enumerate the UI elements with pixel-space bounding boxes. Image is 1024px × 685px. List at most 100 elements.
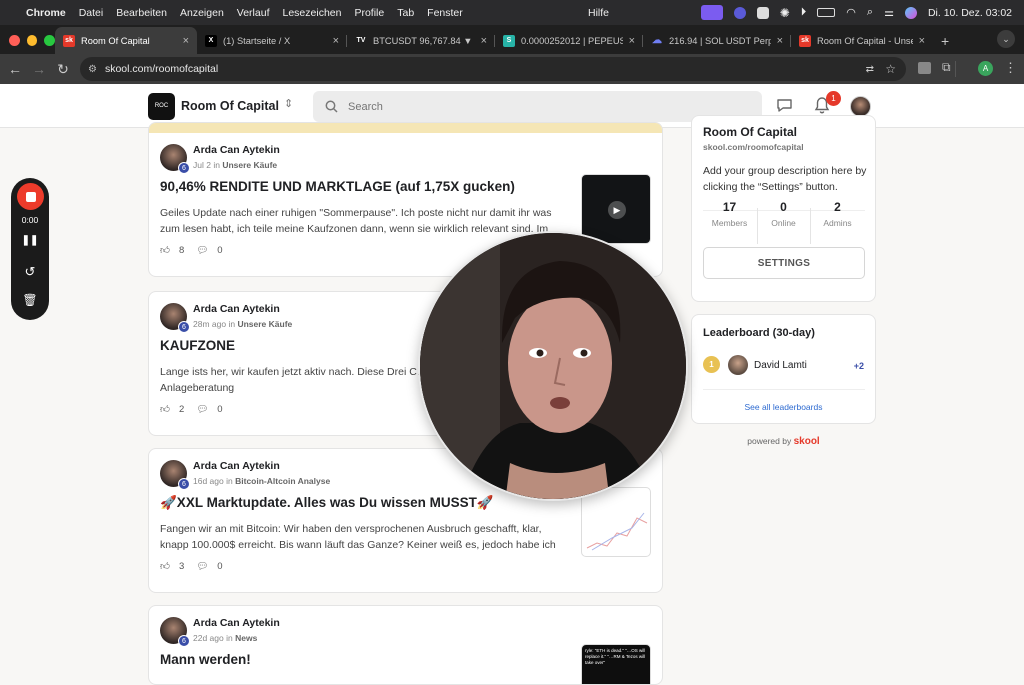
tab-close-icon[interactable]: × [183,35,189,47]
post-author[interactable]: Arda Can Aytekin [193,460,280,472]
tweet-thumbnail[interactable]: ryle: "ETH is dead." "…OS will replace i… [581,644,651,684]
group-info-card: Room Of Capital skool.com/roomofcapital … [691,115,876,302]
like-icon[interactable]: 👍︎ [160,403,170,415]
menu-tab[interactable]: Tab [397,7,414,19]
extensions-puzzle-icon[interactable]: ⧉ [942,60,951,75]
back-icon[interactable]: ← [3,61,27,77]
chart-thumbnail[interactable] [581,487,651,557]
vpn-icon[interactable] [733,6,746,19]
menu-anzeigen[interactable]: Anzeigen [180,7,224,19]
comment-icon[interactable]: 💬︎ [196,245,208,256]
bookmark-star-icon[interactable]: ☆ [885,62,896,76]
post-category[interactable]: News [235,633,257,643]
menubar-clock[interactable]: Di. 10. Dez. 03:02 [928,7,1012,19]
post-card[interactable]: 6 Arda Can Aytekin 22d ago in News Mann … [148,605,663,685]
menu-app-name[interactable]: Chrome [26,7,66,19]
tab-close-icon[interactable]: × [777,35,783,47]
post-title[interactable]: 🚀XXL Marktupdate. Alles was Du wissen MU… [160,495,494,511]
forward-icon[interactable]: → [27,61,51,77]
menu-datei[interactable]: Datei [79,7,104,19]
close-window-button[interactable] [9,35,20,46]
zoom-window-button[interactable] [44,35,56,46]
chrome-menu-icon[interactable]: ⋮ [1004,60,1017,76]
site-info-icon[interactable]: ⚙ [88,64,97,75]
split-view-icon[interactable] [955,61,956,77]
tab-room-of-capital[interactable]: sk Room Of Capital × [55,27,197,54]
minimize-window-button[interactable] [26,35,38,46]
battery-icon[interactable] [817,8,836,17]
like-icon[interactable]: 👍︎ [160,244,170,256]
post-title[interactable]: KAUFZONE [160,338,235,353]
play-icon[interactable]: ▶ [608,201,626,219]
recorder-panel: 0:00 ❚❚ ↺ 🗑︎ [11,178,49,320]
search-input[interactable] [348,100,728,113]
chat-icon[interactable] [776,98,793,113]
tab-room-of-capital-unsere[interactable]: sk Room Of Capital - Unsere… × [791,27,933,54]
stat-online[interactable]: 0 Online [757,200,810,228]
settings-button[interactable]: SETTINGS [703,247,865,279]
post-category[interactable]: Bitcoin-Altcoin Analyse [235,476,330,486]
video-thumbnail[interactable]: ▶ [581,174,651,244]
leaderboard-title[interactable]: Leaderboard (30-day) [703,327,815,339]
comment-icon[interactable]: 💬︎ [196,404,208,415]
notification-badge[interactable]: 1 [826,91,841,106]
tab-pepeusd[interactable]: S 0.0000252012 | PEPEUSD… × [495,27,643,54]
post-title[interactable]: Mann werden! [160,652,251,667]
see-all-leaderboards-link[interactable]: See all leaderboards [692,402,875,412]
group-name[interactable]: Room Of Capital [181,99,279,113]
webcam-bubble[interactable] [418,231,688,501]
spotlight-search-icon[interactable]: ⌕ [867,6,873,19]
post-author[interactable]: Arda Can Aytekin [193,617,280,629]
extension-icon[interactable] [918,62,931,74]
reload-icon[interactable]: ↻ [51,61,75,78]
tab-close-icon[interactable]: × [629,35,635,47]
url-text[interactable]: skool.com/roomofcapital [105,63,218,75]
menu-bearbeiten[interactable]: Bearbeiten [116,7,167,19]
translate-icon[interactable]: ⇄ [866,64,874,75]
app-s-icon[interactable] [756,6,769,19]
stat-admins[interactable]: 2 Admins [811,200,864,228]
play-circle-icon[interactable]: ⏵ [801,6,807,19]
leader-avatar[interactable] [728,355,748,375]
post-category[interactable]: Unsere Käufe [222,160,277,170]
leader-name[interactable]: David Lamti [754,360,807,371]
tab-search-icon[interactable]: ⌄ [997,30,1015,48]
menu-hilfe[interactable]: Hilfe [588,7,609,19]
comment-icon[interactable]: 💬︎ [196,561,208,572]
siri-icon[interactable] [904,6,917,19]
post-author[interactable]: Arda Can Aytekin [193,144,280,156]
tab-btcusdt[interactable]: TV BTCUSDT 96,767.84 ▼ -… × [347,27,495,54]
post-actions: 👍︎ 3 💬︎ 0 [160,560,235,573]
stop-recording-button[interactable] [17,183,44,210]
restart-icon[interactable]: ↺ [11,264,49,280]
tab-close-icon[interactable]: × [481,35,487,47]
sun-icon[interactable]: ✺ [780,6,790,20]
control-center-icon[interactable]: ⚌ [884,6,894,19]
tab-x-startseite[interactable]: X (1) Startseite / X × [197,27,347,54]
stat-members[interactable]: 17 Members [703,200,756,228]
menu-profile[interactable]: Profile [354,7,384,19]
group-logo[interactable]: ROC [148,93,175,120]
menu-fenster[interactable]: Fenster [427,7,463,19]
post-category[interactable]: Unsere Käufe [237,319,292,329]
pause-icon[interactable]: ❚❚ [11,235,49,246]
tab-close-icon[interactable]: × [919,35,925,47]
profile-avatar-icon[interactable]: A [978,61,993,76]
screen-record-icon[interactable] [700,5,723,20]
tab-sol-usdt[interactable]: ☁ 216.94 | SOL USDT Perpe… × [643,27,791,54]
group-switch-chevron-icon[interactable]: ⇕ [284,97,293,110]
user-avatar[interactable] [850,96,871,117]
like-icon[interactable]: 👍︎ [160,560,170,572]
menu-verlauf[interactable]: Verlauf [237,7,270,19]
new-tab-button[interactable]: + [933,27,957,54]
group-card-name[interactable]: Room Of Capital [703,125,797,139]
menu-lesezeichen[interactable]: Lesezeichen [283,7,342,19]
trash-icon[interactable]: 🗑︎ [11,293,49,307]
post-title[interactable]: 90,46% RENDITE UND MARKTLAGE (auf 1,75X … [160,179,515,194]
powered-by[interactable]: powered by skool [691,436,876,447]
wifi-icon[interactable]: ◠ [846,6,856,19]
post-author[interactable]: Arda Can Aytekin [193,303,280,315]
tab-close-icon[interactable]: × [333,35,339,47]
group-card-url[interactable]: skool.com/roomofcapital [703,142,804,152]
address-bar[interactable]: ⚙ skool.com/roomofcapital ⇄ ☆ [80,57,906,81]
